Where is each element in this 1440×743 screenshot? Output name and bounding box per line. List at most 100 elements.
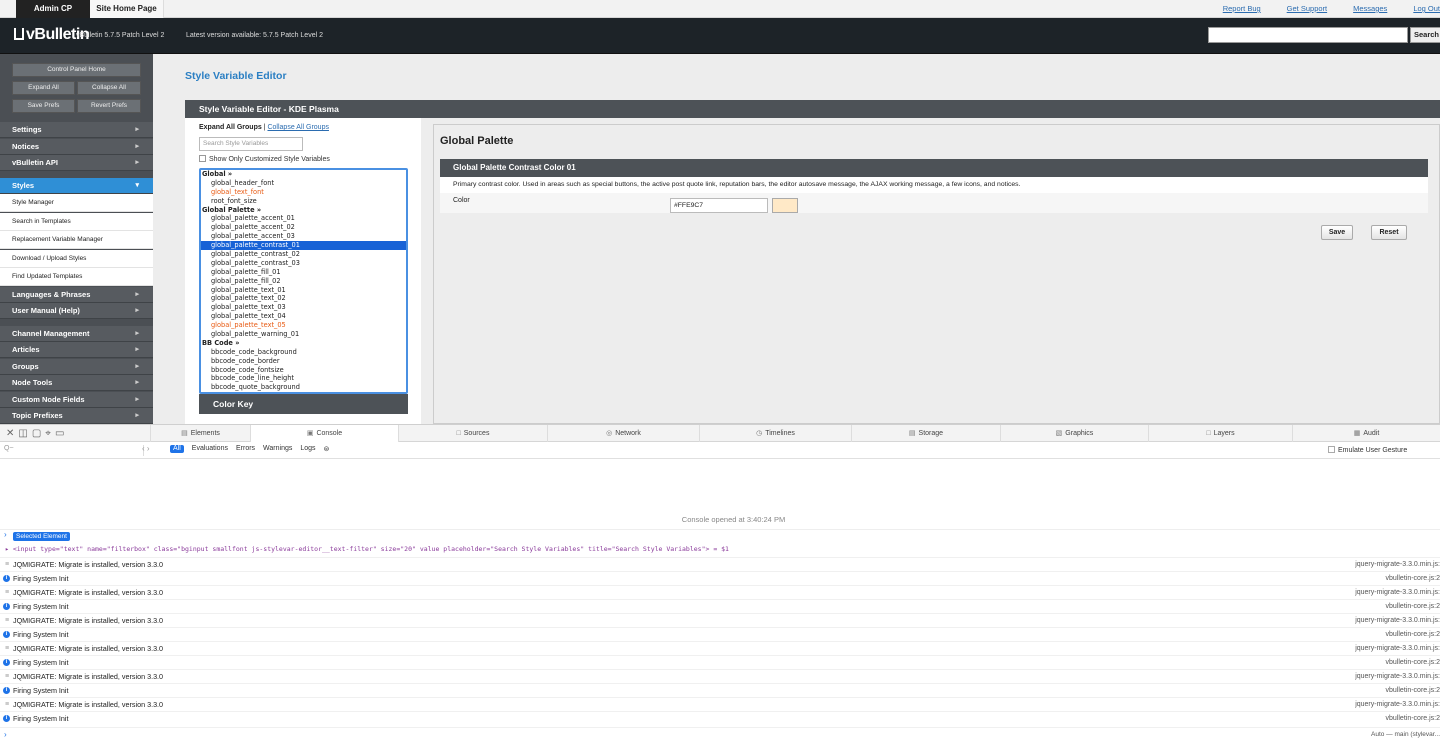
- sidebar-section-vbulletin-api[interactable]: vBulletin API ▸: [0, 155, 153, 171]
- checkbox-icon[interactable]: [199, 155, 206, 162]
- style-variable-listbox[interactable]: Global » global_header_font global_text_fo…: [199, 168, 408, 394]
- log-source-link[interactable]: vbulletin-core.js:2: [1386, 600, 1440, 614]
- log-source-link[interactable]: jquery-migrate-3.3.0.min.js:: [1355, 698, 1440, 712]
- devtools-tab-elements[interactable]: ▤ Elements: [150, 425, 250, 442]
- level-warnings[interactable]: Warnings: [263, 445, 292, 453]
- header-search-input[interactable]: [1208, 27, 1408, 43]
- sidebar-item-search-in-templates[interactable]: Search in Templates: [0, 213, 153, 231]
- sidebar-section-custom-node-fields[interactable]: Custom Node Fields ▸: [0, 392, 153, 408]
- sidebar-section-notices[interactable]: Notices ▸: [0, 139, 153, 155]
- checkbox-icon[interactable]: [1328, 446, 1335, 453]
- close-icon[interactable]: ✕: [6, 428, 18, 439]
- history-nav[interactable]: ‹ ›: [142, 444, 150, 453]
- expand-all-groups-link[interactable]: Expand All Groups: [199, 124, 262, 131]
- filter-options-icon[interactable]: ⊜: [324, 445, 330, 453]
- variable-list-item[interactable]: global_palette_contrast_02: [201, 250, 406, 259]
- search-style-variables-input[interactable]: Search Style Variables: [199, 137, 303, 151]
- sidebar-section-styles[interactable]: Styles ▾: [0, 178, 153, 194]
- control-panel-home-button[interactable]: Control Panel Home: [12, 63, 141, 77]
- sidebar-section-languages-phrases[interactable]: Languages & Phrases ▸: [0, 287, 153, 303]
- variable-group-header[interactable]: Global »: [201, 170, 406, 179]
- devtools-tab-network[interactable]: ◎ Network: [547, 425, 699, 442]
- reset-button[interactable]: Reset: [1371, 225, 1407, 240]
- header-search-button[interactable]: Search: [1410, 27, 1440, 43]
- devtools-tab-graphics[interactable]: ▧ Graphics: [1000, 425, 1148, 442]
- sidebar-item-find-updated-templates[interactable]: Find Updated Templates: [0, 268, 153, 286]
- console-filter-input[interactable]: Q~: [4, 445, 144, 456]
- devtools-tab-timelines[interactable]: ◷ Timelines: [699, 425, 851, 442]
- level-all[interactable]: All: [170, 445, 184, 453]
- variable-list-item[interactable]: global_text_font: [201, 188, 406, 197]
- save-button[interactable]: Save: [1321, 225, 1353, 240]
- variable-list-item[interactable]: global_palette_accent_02: [201, 223, 406, 232]
- log-out-link[interactable]: Log Out: [1413, 0, 1440, 18]
- sidebar-section-node-tools[interactable]: Node Tools ▸: [0, 375, 153, 391]
- variable-list-item[interactable]: bbcode_quote_background: [201, 383, 406, 392]
- sidebar-section-articles[interactable]: Articles ▸: [0, 342, 153, 358]
- devtools-tab-audit[interactable]: ▦ Audit: [1292, 425, 1440, 442]
- variable-list-item[interactable]: global_palette_contrast_03: [201, 259, 406, 268]
- execution-context[interactable]: Auto — main (stylevar...: [1371, 731, 1440, 738]
- variable-list-item[interactable]: global_palette_accent_03: [201, 232, 406, 241]
- device-icon[interactable]: ▭: [55, 428, 68, 439]
- color-swatch[interactable]: [772, 198, 798, 213]
- chevron-right-icon[interactable]: ›: [147, 444, 150, 453]
- log-source-link[interactable]: jquery-migrate-3.3.0.min.js:: [1355, 642, 1440, 656]
- devtools-tab-console[interactable]: ▣ Console: [250, 425, 398, 442]
- variable-list-item[interactable]: bbcode_code_background: [201, 348, 406, 357]
- devtools-tab-sources[interactable]: □ Sources: [398, 425, 547, 442]
- sidebar-section-settings[interactable]: Settings ▸: [0, 122, 153, 138]
- devtools-tab-storage[interactable]: ▤ Storage: [851, 425, 1000, 442]
- sidebar-item-download-upload-styles[interactable]: Download / Upload Styles: [0, 250, 153, 268]
- sidebar-section-channel-management[interactable]: Channel Management ▸: [0, 326, 153, 342]
- report-bug-link[interactable]: Report Bug: [1223, 0, 1261, 18]
- chevron-left-icon[interactable]: ‹: [142, 444, 145, 453]
- revert-prefs-button[interactable]: Revert Prefs: [77, 99, 141, 113]
- collapse-all-button[interactable]: Collapse All: [77, 81, 141, 95]
- level-evaluations[interactable]: Evaluations: [192, 445, 228, 453]
- variable-list-item[interactable]: global_palette_text_04: [201, 312, 406, 321]
- variable-list-item-selected[interactable]: global_palette_contrast_01: [201, 241, 406, 251]
- selected-element-html[interactable]: ▸ <input type="text" name="filterbox" cl…: [0, 543, 1440, 555]
- log-source-link[interactable]: vbulletin-core.js:2: [1386, 684, 1440, 698]
- tab-admin-cp[interactable]: Admin CP: [16, 0, 90, 18]
- expand-all-button[interactable]: Expand All: [12, 81, 75, 95]
- variable-list-item[interactable]: global_palette_warning_01: [201, 330, 406, 339]
- variable-list-item[interactable]: global_palette_text_01: [201, 286, 406, 295]
- variable-list-item[interactable]: global_palette_text_05: [201, 321, 406, 330]
- collapse-all-groups-link[interactable]: Collapse All Groups: [267, 124, 328, 131]
- messages-link[interactable]: Messages: [1353, 0, 1387, 18]
- inspect-icon[interactable]: ⌖: [45, 428, 55, 439]
- variable-list-item[interactable]: global_palette_fill_01: [201, 268, 406, 277]
- sidebar-item-style-manager[interactable]: Style Manager: [0, 194, 153, 212]
- log-source-link[interactable]: jquery-migrate-3.3.0.min.js:: [1355, 670, 1440, 684]
- sidebar-item-replacement-variable-manager[interactable]: Replacement Variable Manager: [0, 231, 153, 249]
- log-source-link[interactable]: vbulletin-core.js:2: [1386, 572, 1440, 586]
- variable-list-item[interactable]: global_palette_text_03: [201, 303, 406, 312]
- color-value-input[interactable]: #FFE9C7: [670, 198, 768, 213]
- variable-group-header[interactable]: Global Palette »: [201, 206, 406, 215]
- sidebar-section-topic-prefixes[interactable]: Topic Prefixes ▸: [0, 408, 153, 424]
- log-source-link[interactable]: vbulletin-core.js:2: [1386, 712, 1440, 726]
- level-errors[interactable]: Errors: [236, 445, 255, 453]
- dock-icon[interactable]: ◫: [18, 428, 31, 439]
- undock-icon[interactable]: ▢: [32, 428, 45, 439]
- variable-group-header[interactable]: BB Code »: [201, 339, 406, 348]
- log-source-link[interactable]: jquery-migrate-3.3.0.min.js:: [1355, 614, 1440, 628]
- save-prefs-button[interactable]: Save Prefs: [12, 99, 75, 113]
- variable-list-item[interactable]: bbcode_code_line_height: [201, 374, 406, 383]
- sidebar-section-groups[interactable]: Groups ▸: [0, 359, 153, 375]
- get-support-link[interactable]: Get Support: [1287, 0, 1327, 18]
- variable-list-item[interactable]: bbcode_code_fontsize: [201, 366, 406, 375]
- level-logs[interactable]: Logs: [300, 445, 315, 453]
- variable-list-item[interactable]: global_header_font: [201, 179, 406, 188]
- console-prompt[interactable]: › Auto — main (stylevar...: [0, 727, 1440, 741]
- variable-list-item[interactable]: global_palette_text_02: [201, 294, 406, 303]
- variable-list-item[interactable]: global_palette_accent_01: [201, 214, 406, 223]
- devtools-tab-layers[interactable]: □ Layers: [1148, 425, 1292, 442]
- variable-list-item[interactable]: root_font_size: [201, 197, 406, 206]
- log-source-link[interactable]: jquery-migrate-3.3.0.min.js:: [1355, 558, 1440, 572]
- sidebar-section-user-manual[interactable]: User Manual (Help) ▸: [0, 303, 153, 319]
- only-customized-toggle[interactable]: Show Only Customized Style Variables: [199, 155, 330, 163]
- tab-site-home-page[interactable]: Site Home Page: [90, 0, 164, 18]
